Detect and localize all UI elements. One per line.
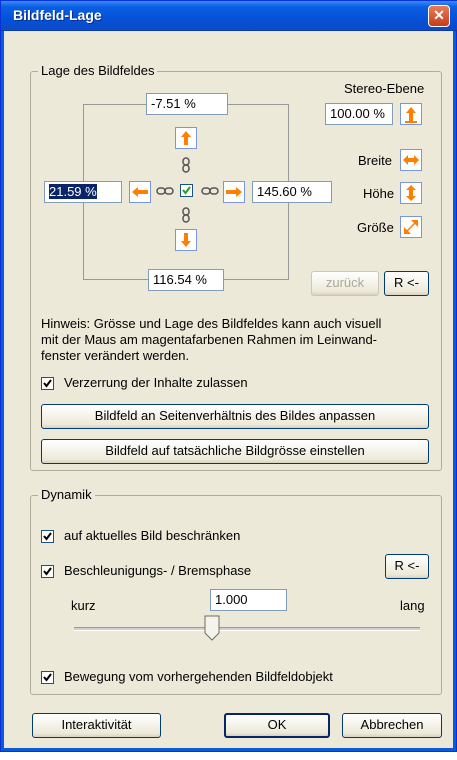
link-vertical-top-icon — [182, 157, 190, 173]
stereo-label: Stereo-Ebene — [344, 81, 425, 96]
kurz-label: kurz — [71, 598, 96, 613]
lage-group-label: Lage des Bildfeldes — [38, 63, 158, 78]
link-center-checkbox[interactable] — [180, 184, 193, 197]
verzerrung-label: Verzerrung der Inhalte zulassen — [64, 375, 248, 390]
beschleunigung-checkbox[interactable] — [41, 565, 54, 578]
checkmark-icon — [182, 186, 191, 195]
resize-diagonal-icon — [404, 220, 418, 234]
bewegung-label: Bewegung vom vorhergehenden Bildfeldobje… — [64, 669, 333, 684]
hint-line-3: fenster verändert werden. — [41, 348, 190, 363]
hint-line-1: Hinweis: Grösse und Lage des Bildfeldes … — [41, 316, 382, 331]
bewegung-checkbox[interactable] — [41, 671, 54, 684]
tatsaechliche-groesse-button[interactable]: Bildfeld auf tatsächliche Bildgrösse ein… — [41, 439, 429, 464]
beschleunigung-label: Beschleunigungs- / Bremsphase — [64, 563, 252, 578]
width-arrows-icon — [403, 155, 419, 165]
dialog-window: Bildfeld-Lage ✕ Lage des Bildfeldes -7.5… — [0, 0, 457, 752]
bottom-position-field[interactable]: 116.54 % — [148, 269, 224, 291]
link-vertical-bottom-icon — [182, 207, 190, 223]
title-bar[interactable]: Bildfeld-Lage ✕ — [1, 1, 457, 31]
checkmark-icon — [43, 379, 52, 388]
hoehe-label: Höhe — [363, 186, 395, 201]
slider-track[interactable] — [74, 627, 420, 631]
slider-thumb[interactable] — [204, 615, 220, 641]
left-position-field[interactable]: 21.59 % — [44, 181, 122, 203]
stereo-icon — [405, 107, 417, 123]
link-horizontal-right-icon — [201, 187, 219, 195]
move-right-button[interactable] — [223, 181, 245, 203]
close-button[interactable]: ✕ — [428, 5, 450, 27]
slider-thumb-icon — [204, 615, 220, 641]
stereo-field[interactable]: 100.00 % — [325, 103, 393, 125]
beschraenken-label: auf aktuelles Bild beschränken — [64, 528, 241, 543]
height-arrows-icon — [406, 185, 416, 201]
stereo-button[interactable] — [400, 103, 422, 125]
right-position-field[interactable]: 145.60 % — [252, 181, 332, 203]
window-title: Bildfeld-Lage — [13, 7, 102, 23]
hoehe-button[interactable] — [400, 182, 422, 204]
checkmark-icon — [43, 673, 52, 682]
move-down-button[interactable] — [175, 229, 197, 251]
arrow-right-icon — [226, 187, 242, 197]
arrow-up-icon — [181, 131, 191, 145]
arrow-down-icon — [181, 233, 191, 247]
reset-position-button[interactable]: R <- — [384, 271, 429, 296]
interaktivitaet-button[interactable]: Interaktivität — [32, 713, 161, 738]
hint-line-2: mit der Maus am magentafarbenen Rahmen i… — [41, 332, 378, 347]
checkmark-icon — [43, 567, 52, 576]
breite-label: Breite — [358, 153, 392, 168]
lang-label: lang — [400, 598, 425, 613]
move-up-button[interactable] — [175, 127, 197, 149]
reset-dynamik-button[interactable]: R <- — [385, 554, 429, 579]
seitenverhaeltnis-button[interactable]: Bildfeld an Seitenverhältnis des Bildes … — [41, 404, 429, 429]
ok-button[interactable]: OK — [224, 713, 330, 738]
groesse-button[interactable] — [400, 216, 422, 238]
link-horizontal-left-icon — [156, 187, 174, 195]
abbrechen-button[interactable]: Abbrechen — [342, 713, 442, 738]
groesse-label: Größe — [357, 220, 394, 235]
breite-button[interactable] — [400, 149, 422, 171]
beschraenken-checkbox[interactable] — [41, 530, 54, 543]
top-position-field[interactable]: -7.51 % — [146, 93, 228, 115]
dynamik-group-label: Dynamik — [38, 487, 95, 502]
checkmark-icon — [43, 532, 52, 541]
verzerrung-checkbox[interactable] — [41, 377, 54, 390]
dynamik-value-field[interactable]: 1.000 — [210, 589, 287, 611]
move-left-button[interactable] — [129, 181, 151, 203]
arrow-left-icon — [132, 187, 148, 197]
zurueck-button[interactable]: zurück — [311, 271, 379, 296]
close-icon: ✕ — [433, 7, 445, 23]
